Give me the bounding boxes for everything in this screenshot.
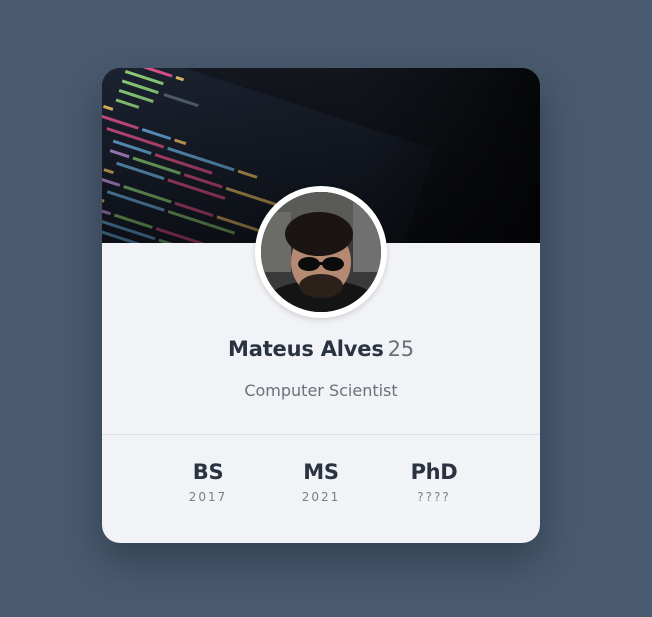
avatar bbox=[255, 186, 387, 318]
degrees-row: BS 2017 MS 2021 PhD ???? bbox=[102, 460, 540, 504]
degree-label: MS bbox=[303, 460, 339, 484]
degree-year: 2017 bbox=[188, 490, 228, 504]
profile-age: 25 bbox=[387, 337, 415, 361]
degree-label: PhD bbox=[410, 460, 458, 484]
profile-occupation: Computer Scientist bbox=[244, 381, 398, 400]
degree-phd: PhD ???? bbox=[378, 460, 491, 504]
degree-bs: BS 2017 bbox=[152, 460, 265, 504]
name-heading: Mateus Alves 25 bbox=[102, 337, 540, 361]
degree-label: BS bbox=[192, 460, 224, 484]
profile-name: Mateus Alves bbox=[228, 337, 384, 361]
degree-ms: MS 2021 bbox=[265, 460, 378, 504]
divider bbox=[102, 434, 540, 435]
degree-year: ???? bbox=[417, 490, 451, 504]
degree-year: 2021 bbox=[301, 490, 341, 504]
profile-card: Mateus Alves 25 Computer Scientist BS 201… bbox=[102, 68, 540, 543]
